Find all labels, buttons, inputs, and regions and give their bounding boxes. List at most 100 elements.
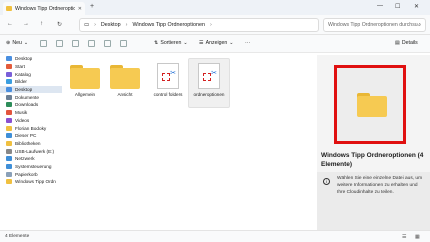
tab-title: Windows Tipp Ordneroptionen xyxy=(15,5,75,12)
sidebar-item[interactable]: Dieser PC xyxy=(0,132,62,140)
file-label: Ansicht xyxy=(117,92,133,97)
sidebar-item-icon xyxy=(6,117,12,123)
address-bar: ← → ↑ ↻ ▭ › Desktop › Windows Tipp Ordne… xyxy=(0,15,430,35)
paste-icon[interactable] xyxy=(72,40,79,47)
details-button[interactable]: ▤ Details xyxy=(395,40,418,46)
status-bar: 4 Elemente ☰ ▦ xyxy=(0,230,430,242)
file-item-ansicht[interactable]: Ansicht xyxy=(107,59,143,107)
folder-icon xyxy=(357,93,387,117)
sidebar-item[interactable]: USB-Laufwerk (E:) xyxy=(0,147,62,155)
copy-icon[interactable] xyxy=(56,40,63,47)
sidebar-item-icon xyxy=(6,148,12,154)
sidebar-item[interactable]: Bilder xyxy=(0,78,62,86)
minimize-button[interactable]: — xyxy=(377,3,383,9)
sidebar-item-label: Musik xyxy=(15,110,28,116)
sidebar-item-icon xyxy=(6,171,12,177)
back-icon[interactable]: ← xyxy=(7,21,13,27)
new-button[interactable]: ⊕ Neu ⌄ xyxy=(6,40,28,46)
command-bar: ⊕ Neu ⌄ ⇅ Sortieren ⌄ ☰ Anzeigen ⌄ ··· ▤… xyxy=(0,35,430,53)
snip-image-icon: ✂ xyxy=(198,63,220,89)
details-label: Details xyxy=(401,40,418,46)
sidebar-item[interactable]: Katalog xyxy=(0,70,62,78)
sidebar-item-label: Start xyxy=(15,64,25,70)
breadcrumb-desktop[interactable]: Desktop xyxy=(101,22,121,28)
sidebar-item-icon xyxy=(6,156,12,162)
sidebar-item[interactable]: Netzwerk xyxy=(0,155,62,163)
chevron-down-icon: ⌄ xyxy=(23,40,29,46)
search-placeholder: Windows Tipp Ordneroptionen durchsuchen xyxy=(328,22,418,28)
sidebar-item-icon xyxy=(6,56,12,62)
refresh-icon[interactable]: ↻ xyxy=(57,21,62,28)
cut-icon[interactable] xyxy=(40,40,47,47)
up-icon[interactable]: ↑ xyxy=(40,21,43,27)
grid-view-icon[interactable]: ▦ xyxy=(415,234,420,240)
chevron-right-icon: › xyxy=(209,22,212,28)
sidebar-item-label: Bibliotheken xyxy=(15,140,41,146)
sort-button[interactable]: ⇅ Sortieren ⌄ xyxy=(154,40,188,46)
sidebar-item-label: Windows Tipp Ordn xyxy=(15,179,56,185)
sort-icon: ⇅ xyxy=(154,40,159,46)
sidebar-item[interactable]: Downloads xyxy=(0,101,62,109)
more-options-button[interactable]: ··· xyxy=(245,40,250,46)
sidebar-item-label: Desktop xyxy=(15,87,33,93)
share-icon[interactable] xyxy=(104,40,111,47)
breadcrumb[interactable]: ▭ › Desktop › Windows Tipp Ordneroptione… xyxy=(79,18,319,32)
view-button[interactable]: ☰ Anzeigen ⌄ xyxy=(199,40,234,46)
sidebar-item-icon xyxy=(6,125,12,131)
file-item-control-folders[interactable]: ✂ control folders xyxy=(150,59,186,107)
new-label: Neu xyxy=(12,40,22,46)
tab-windows-tipp[interactable]: Windows Tipp Ordneroptionen ✕ xyxy=(3,2,85,15)
breadcrumb-folder[interactable]: Windows Tipp Ordneroptionen xyxy=(132,22,205,28)
file-label: ordneroptionen xyxy=(193,92,225,97)
sidebar-item[interactable]: Systemsteuerung xyxy=(0,163,62,171)
file-item-allgemein[interactable]: Allgemein xyxy=(67,59,103,107)
sidebar-item-icon xyxy=(6,71,12,77)
delete-icon[interactable] xyxy=(120,40,127,47)
sidebar-item-icon xyxy=(6,140,12,146)
file-label: control folders xyxy=(153,92,183,97)
sidebar-item-label: Downloads xyxy=(15,102,39,108)
sidebar-item-label: USB-Laufwerk (E:) xyxy=(15,148,55,154)
sidebar-item[interactable]: Windows Tipp Ordn xyxy=(0,178,62,186)
sidebar-item[interactable]: Desktop xyxy=(0,85,62,94)
sidebar-item[interactable]: Desktop xyxy=(0,55,62,63)
rename-icon[interactable] xyxy=(88,40,95,47)
details-pane-icon: ▤ xyxy=(395,40,400,46)
preview-title: Windows Tipp Ordneroptionen (4 Elemente) xyxy=(321,152,424,168)
sidebar-item-label: Dieser PC xyxy=(15,133,37,139)
view-label: Anzeigen xyxy=(205,40,228,46)
monitor-icon: ▭ xyxy=(84,22,90,28)
view-icon: ☰ xyxy=(199,40,204,46)
sidebar-item-icon xyxy=(6,179,12,185)
search-input[interactable]: Windows Tipp Ordneroptionen durchsuchen … xyxy=(323,18,426,32)
details-pane: Windows Tipp Ordneroptionen (4 Elemente)… xyxy=(317,55,430,232)
sidebar-item[interactable]: Videos xyxy=(0,117,62,125)
forward-icon[interactable]: → xyxy=(23,21,29,27)
sort-label: Sortieren xyxy=(160,40,182,46)
sidebar-item-icon xyxy=(6,94,12,100)
maximize-button[interactable]: ☐ xyxy=(395,3,400,10)
folder-icon xyxy=(110,65,140,89)
sidebar-item[interactable]: Bibliotheken xyxy=(0,140,62,148)
chevron-down-icon: ⌄ xyxy=(229,40,234,46)
sidebar-item[interactable]: Dokumente xyxy=(0,93,62,101)
sidebar-item-icon xyxy=(6,110,12,116)
new-tab-button[interactable]: + xyxy=(90,3,94,10)
sidebar-item-label: Dokumente xyxy=(15,94,39,100)
sidebar-item-label: Netzwerk xyxy=(15,156,35,162)
sidebar-item[interactable]: Florian Bodoky xyxy=(0,124,62,132)
preview-highlight xyxy=(334,65,406,144)
file-item-ordneroptionen[interactable]: ✂ ordneroptionen xyxy=(188,58,230,108)
sidebar-item[interactable]: Start xyxy=(0,63,62,71)
sidebar-item-label: Systemsteuerung xyxy=(15,163,52,169)
list-view-icon[interactable]: ☰ xyxy=(402,234,406,240)
info-icon: i xyxy=(323,178,330,185)
sidebar-item-icon xyxy=(6,87,12,93)
sidebar-item[interactable]: Musik xyxy=(0,109,62,117)
tab-close-icon[interactable]: ✕ xyxy=(78,6,82,12)
window-close-button[interactable]: ✕ xyxy=(414,3,419,10)
info-box: i Wählen Sie eine einzelne Datei aus, um… xyxy=(317,172,430,232)
sidebar-item-icon xyxy=(6,163,12,169)
sidebar-item-label: Videos xyxy=(15,117,30,123)
sidebar-item[interactable]: Papierkorb xyxy=(0,170,62,178)
